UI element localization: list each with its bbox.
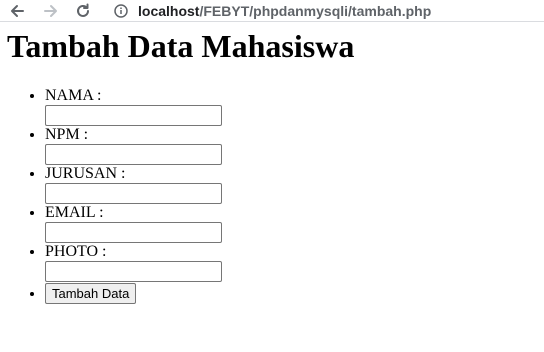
npm-input[interactable] <box>45 144 222 165</box>
url-host: localhost <box>138 2 200 19</box>
arrow-right-icon <box>44 5 57 17</box>
address-bar[interactable]: localhost/FEBYT/phpdanmysqli/tambah.php <box>106 0 544 21</box>
jurusan-label: JURUSAN : <box>45 165 126 182</box>
list-item-email: EMAIL : <box>45 204 222 243</box>
tambah-data-button[interactable]: Tambah Data <box>45 283 137 304</box>
jurusan-input[interactable] <box>45 183 222 204</box>
forward-button[interactable] <box>40 0 62 22</box>
list-item-photo: PHOTO : <box>45 243 222 282</box>
list-item-submit: Tambah Data <box>45 283 222 307</box>
nama-input[interactable] <box>45 105 222 126</box>
page-title: Tambah Data Mahasiswa <box>7 28 355 64</box>
reload-icon <box>77 3 89 17</box>
url-path: /FEBYT/phpdanmysqli/tambah.php <box>199 2 432 19</box>
email-input[interactable] <box>45 222 222 243</box>
reload-button[interactable] <box>72 0 94 22</box>
form-list: NAMA : NPM : JURUSAN : EMAIL : PHOTO : T… <box>45 87 222 307</box>
photo-label: PHOTO : <box>45 243 107 260</box>
list-item-nama: NAMA : <box>45 87 222 126</box>
list-item-npm: NPM : <box>45 126 222 165</box>
photo-input[interactable] <box>45 261 222 282</box>
npm-label: NPM : <box>45 126 89 143</box>
browser-toolbar: localhost/FEBYT/phpdanmysqli/tambah.php <box>0 0 544 22</box>
list-item-jurusan: JURUSAN : <box>45 165 222 204</box>
arrow-left-icon <box>11 5 24 17</box>
email-label: EMAIL : <box>45 204 104 221</box>
back-button[interactable] <box>6 0 28 22</box>
nama-label: NAMA : <box>45 87 102 104</box>
info-icon[interactable] <box>114 3 128 18</box>
